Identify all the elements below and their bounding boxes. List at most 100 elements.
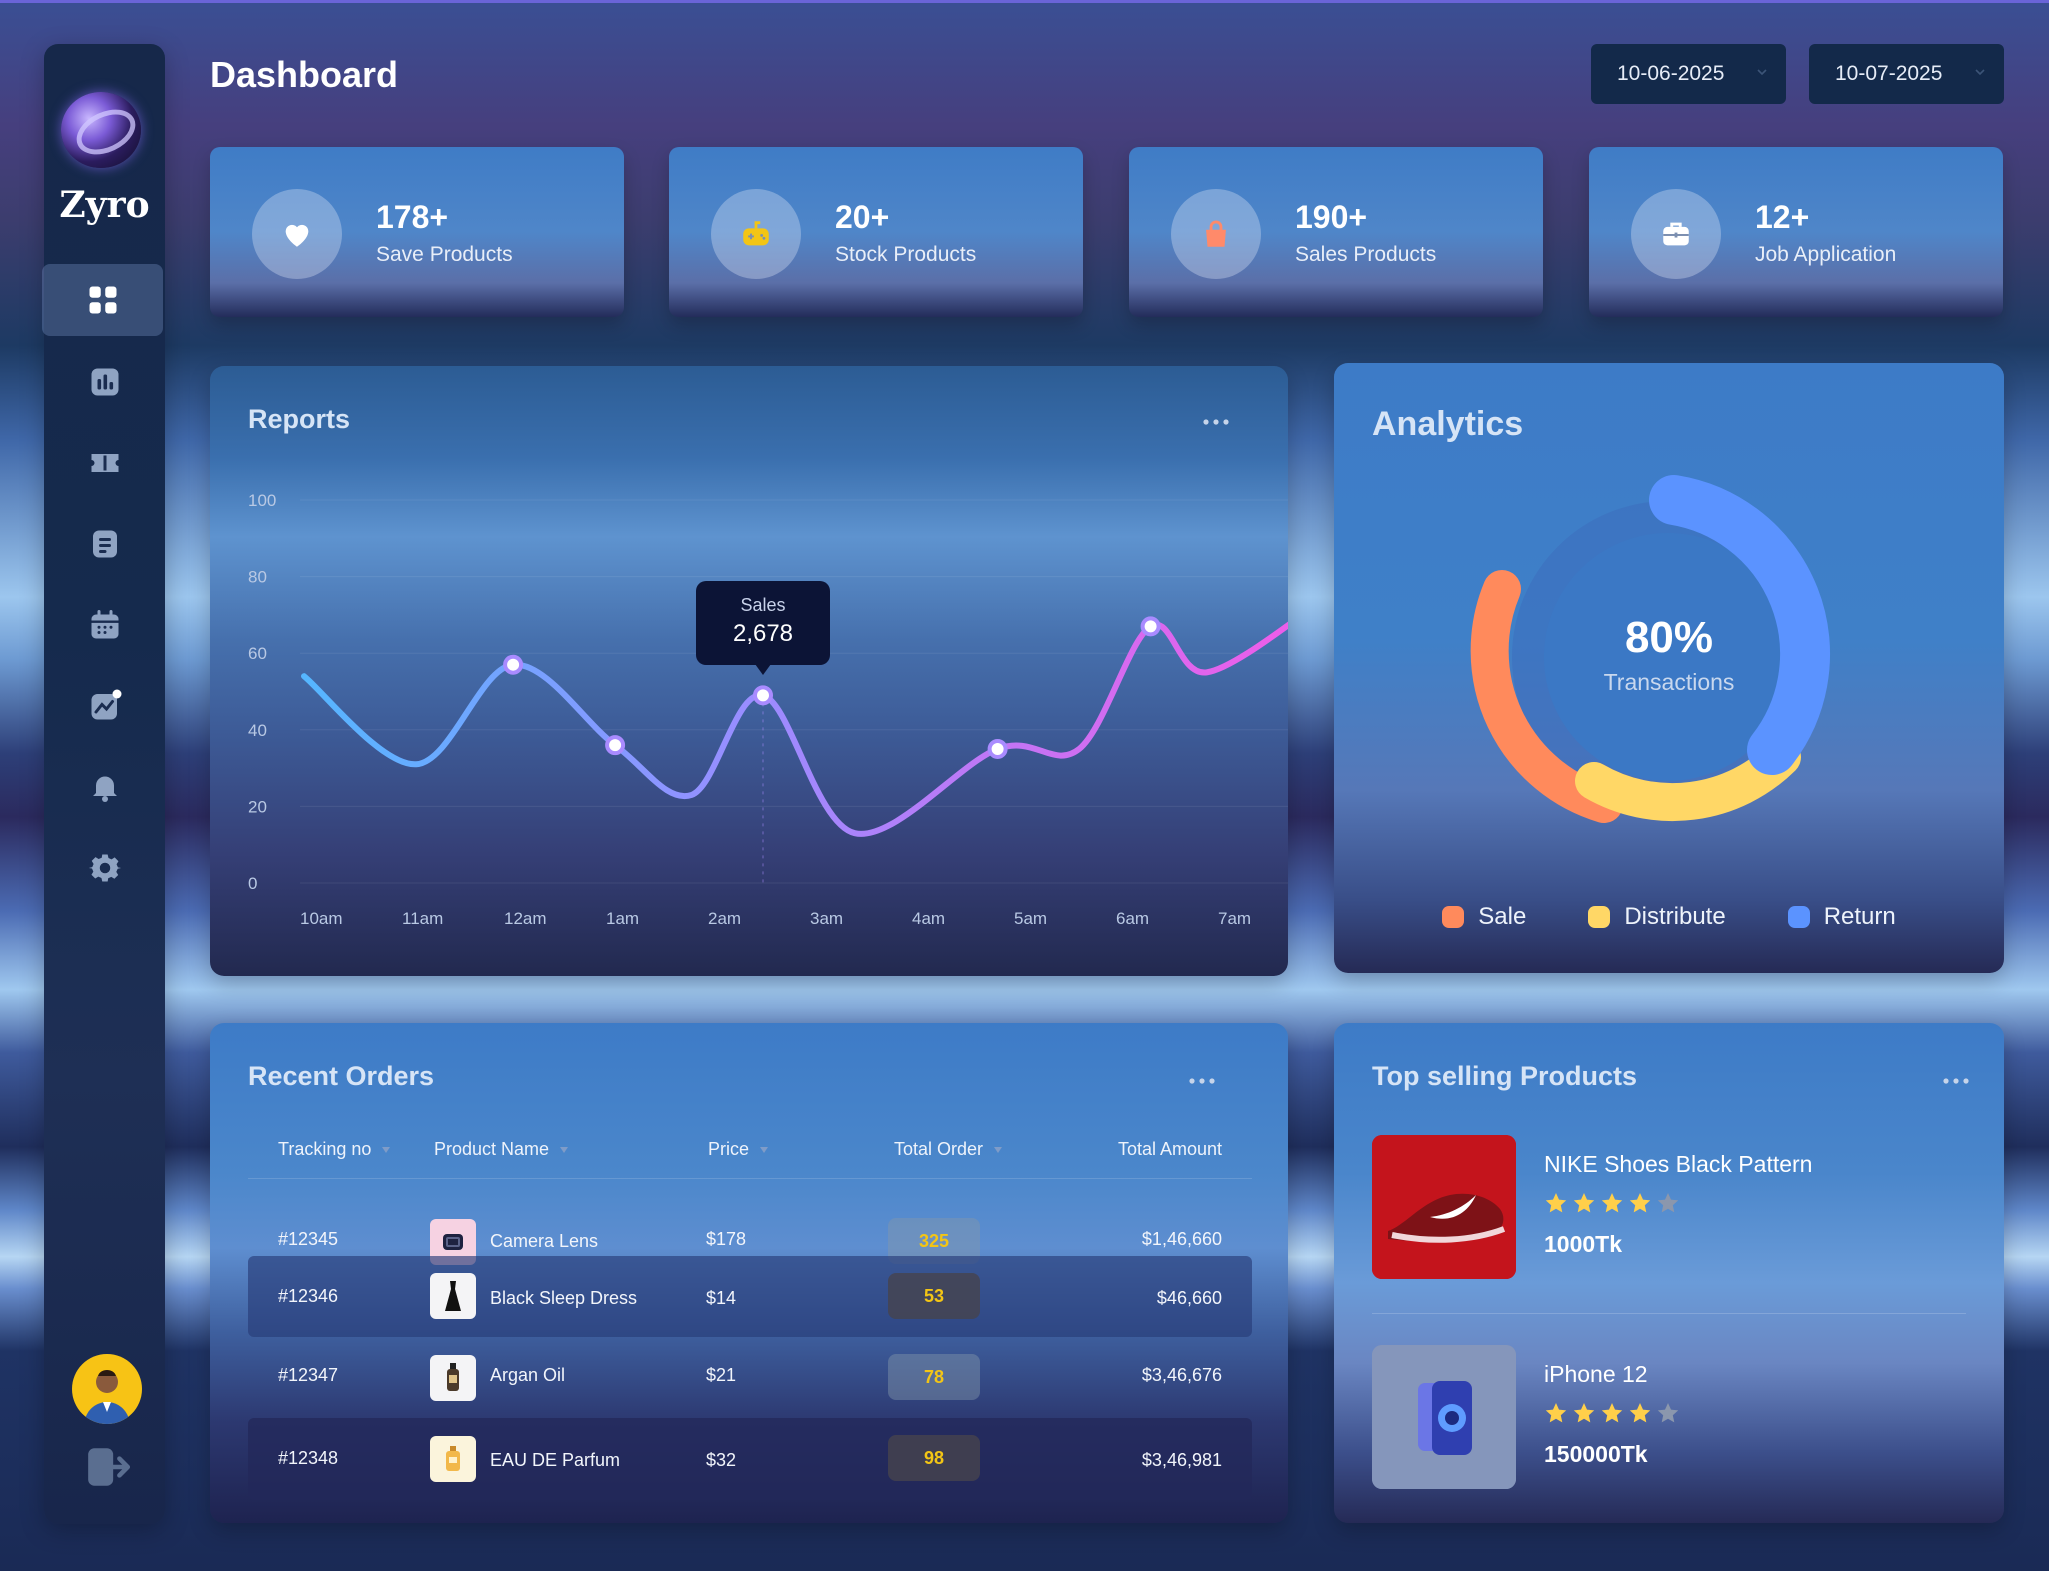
legend-item-sale[interactable]: Sale: [1442, 903, 1526, 931]
chart-tooltip: Sales 2,678: [696, 581, 830, 676]
bag-icon: [1206, 220, 1226, 247]
data-point-marker[interactable]: [605, 735, 626, 756]
total-order-badge: 98: [888, 1435, 980, 1481]
price: $178: [706, 1229, 747, 1249]
logout-button[interactable]: [84, 1442, 134, 1492]
gamepad-icon: [743, 221, 769, 246]
data-point-marker[interactable]: [503, 654, 524, 675]
sidebar-item-dashboard[interactable]: [42, 264, 163, 336]
sort-icon: [994, 1146, 1003, 1153]
total-amount: $3,46,981: [1141, 1450, 1222, 1470]
y-tick-label: 100: [248, 491, 276, 510]
legend-label: Return: [1823, 903, 1896, 930]
total-amount: $46,660: [1156, 1288, 1222, 1308]
sidebar-item-notifications[interactable]: [44, 751, 165, 823]
stat-card-sales-products[interactable]: 190+ Sales Products: [1129, 147, 1543, 317]
more-options-icon[interactable]: [1942, 1077, 1970, 1085]
stat-icon-wrap: [1631, 189, 1721, 279]
total-order-badge: 53: [888, 1273, 980, 1319]
stat-icon-wrap: [711, 189, 801, 279]
camera-lens-image: [443, 1234, 463, 1250]
tracking-no: #12346: [278, 1286, 339, 1306]
tooltip-label: Sales: [740, 595, 786, 616]
product-rating: [1544, 1401, 1680, 1425]
data-point-marker[interactable]: [1140, 616, 1161, 637]
column-total-amount[interactable]: Total Amount: [1118, 1139, 1222, 1160]
x-tick-label: 3am: [810, 909, 843, 928]
sidebar-item-reports[interactable]: [44, 346, 165, 418]
sidebar-item-documents[interactable]: [44, 508, 165, 580]
sidebar-item-analytics[interactable]: [44, 670, 165, 742]
x-tick-label: 4am: [912, 909, 945, 928]
column-tracking-no[interactable]: Tracking no: [278, 1139, 391, 1160]
stat-value: 178+: [376, 199, 449, 235]
stat-label: Save Products: [376, 243, 513, 266]
sort-icon: [560, 1146, 569, 1153]
table-row[interactable]: #12348 EAU DE Parfum $32 98 $3,46,981: [248, 1418, 1252, 1500]
tooltip-value: 2,678: [732, 620, 794, 648]
legend-item-return[interactable]: Return: [1787, 903, 1896, 931]
product-name: Black Sleep Dress: [490, 1288, 638, 1308]
data-point-marker[interactable]: [987, 738, 1008, 759]
column-price[interactable]: Price: [708, 1139, 769, 1160]
star-icon: [1601, 1403, 1623, 1423]
top-selling-title: Top selling Products: [1372, 1061, 1638, 1091]
star-icon: [1601, 1193, 1623, 1213]
x-tick-label: 11am: [402, 909, 443, 928]
star-icon: [1573, 1193, 1595, 1213]
stat-label: Stock Products: [835, 243, 977, 266]
x-tick-label: 6am: [1116, 909, 1149, 928]
x-tick-label: 2am: [708, 909, 741, 928]
sidebar-item-calendar[interactable]: [44, 589, 165, 661]
date-to-value: 10-07-2025: [1835, 62, 1943, 85]
sort-icon: [760, 1146, 769, 1153]
page-title: Dashboard: [210, 54, 399, 95]
y-tick-label: 20: [248, 797, 267, 816]
legend-swatch: [1588, 906, 1611, 928]
sidebar: Zyro: [42, 44, 165, 1524]
product-rating: [1544, 1191, 1680, 1215]
price: $21: [706, 1365, 737, 1385]
star-icon: [1545, 1403, 1567, 1423]
bell-icon: [92, 776, 117, 802]
star-icon: [1629, 1403, 1651, 1423]
stat-card-job-application[interactable]: 12+ Job Application: [1589, 147, 2003, 317]
x-tick-label: 5am: [1014, 909, 1047, 928]
column-label: Total Amount: [1117, 1139, 1222, 1159]
stat-value: 190+: [1295, 199, 1368, 235]
table-row[interactable]: #12346 Black Sleep Dress $14 53 $46,660: [248, 1256, 1252, 1337]
tracking-no: #12347: [278, 1365, 339, 1385]
more-options-icon[interactable]: [1188, 1077, 1216, 1085]
oil-bottle-image: [447, 1363, 459, 1391]
chevron-down-icon: [1975, 69, 1985, 76]
calendar-icon: [91, 610, 118, 639]
stat-icon-wrap: [252, 189, 342, 279]
product-name: EAU DE Parfum: [490, 1450, 621, 1470]
column-label: Price: [708, 1139, 750, 1159]
column-product-name[interactable]: Product Name: [434, 1139, 569, 1160]
legend-swatch: [1787, 906, 1810, 928]
column-total-order[interactable]: Total Order: [894, 1139, 1003, 1160]
legend-item-distribute[interactable]: Distribute: [1588, 903, 1726, 931]
data-point-marker[interactable]: [753, 685, 773, 706]
product-price: 1000Tk: [1544, 1231, 1623, 1257]
date-to-picker[interactable]: 10-07-2025: [1809, 44, 2004, 104]
date-from-picker[interactable]: 10-06-2025: [1591, 44, 1786, 104]
ticket-icon: [91, 454, 118, 472]
stat-value: 12+: [1755, 199, 1810, 235]
stat-card-stock-products[interactable]: 20+ Stock Products: [669, 147, 1083, 317]
table-row[interactable]: #12347 Argan Oil $21 78 $3,46,676: [248, 1337, 1252, 1417]
legend-label: Sale: [1478, 903, 1527, 930]
legend-swatch: [1442, 906, 1465, 928]
sidebar-item-settings[interactable]: [44, 832, 165, 904]
product-name: NIKE Shoes Black Pattern: [1544, 1151, 1813, 1177]
sidebar-item-tickets[interactable]: [44, 427, 165, 499]
logo-icon: [61, 92, 141, 168]
star-icon: [1657, 1403, 1679, 1423]
tracking-no: #12345: [278, 1229, 339, 1249]
total-amount: $3,46,676: [1141, 1365, 1222, 1385]
user-avatar[interactable]: [72, 1354, 142, 1424]
stat-card-save-products[interactable]: 178+ Save Products: [210, 147, 624, 317]
x-tick-label: 7am: [1218, 909, 1251, 928]
column-label: Product Name: [434, 1139, 550, 1159]
